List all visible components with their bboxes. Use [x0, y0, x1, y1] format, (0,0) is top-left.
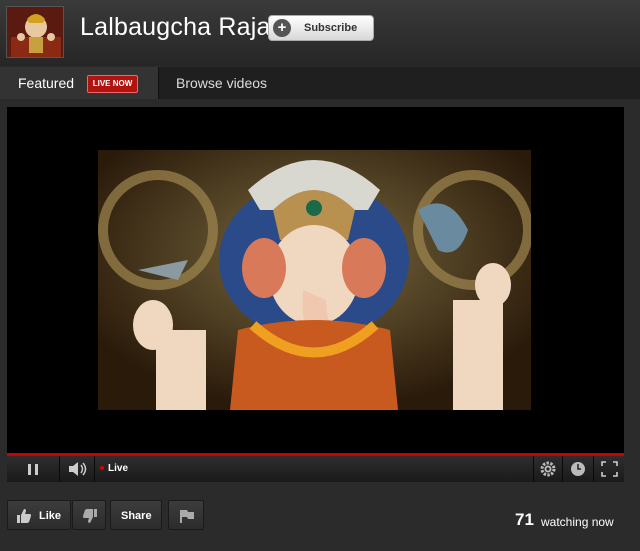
gear-icon — [540, 461, 556, 477]
subscribe-button[interactable]: + Subscribe — [268, 15, 374, 41]
viewer-count: 71 — [515, 510, 534, 529]
volume-icon — [69, 462, 87, 476]
video-frame[interactable] — [98, 150, 531, 410]
channel-header: Lalbaugcha Raja + Subscribe — [0, 0, 640, 66]
like-button[interactable]: Like — [7, 500, 71, 530]
like-label: Like — [39, 510, 62, 522]
live-now-badge: LIVE NOW — [87, 75, 138, 93]
volume-button[interactable] — [60, 456, 95, 482]
channel-tabs: Featured LIVE NOW Browse videos — [0, 67, 640, 99]
flag-button[interactable] — [168, 500, 204, 530]
action-bar: Like Share 71 watching now — [0, 488, 640, 551]
watching-now-label: watching now — [541, 515, 614, 529]
pause-button[interactable] — [7, 456, 60, 482]
subscribe-label: Subscribe — [304, 22, 358, 34]
channel-title[interactable]: Lalbaugcha Raja — [80, 13, 271, 42]
share-button[interactable]: Share — [110, 500, 162, 530]
flag-icon — [180, 510, 194, 523]
watch-later-button[interactable] — [562, 456, 593, 482]
tab-browse-videos[interactable]: Browse videos — [176, 75, 267, 91]
fullscreen-button[interactable] — [593, 456, 625, 482]
tab-featured[interactable]: Featured LIVE NOW — [0, 67, 159, 99]
dislike-button[interactable] — [72, 500, 106, 530]
thumbs-up-icon — [17, 509, 31, 523]
player-controls: Live — [7, 456, 624, 482]
live-indicator-dot — [100, 466, 104, 470]
video-player[interactable]: Live — [7, 107, 624, 482]
tab-featured-label: Featured — [18, 75, 75, 91]
channel-avatar[interactable] — [6, 6, 64, 58]
live-label: Live — [108, 463, 129, 474]
thumbs-down-icon — [83, 509, 97, 523]
settings-button[interactable] — [533, 456, 562, 482]
fullscreen-icon — [601, 461, 618, 477]
share-label: Share — [121, 510, 152, 522]
clock-icon — [571, 462, 585, 476]
plus-icon: + — [273, 19, 291, 37]
